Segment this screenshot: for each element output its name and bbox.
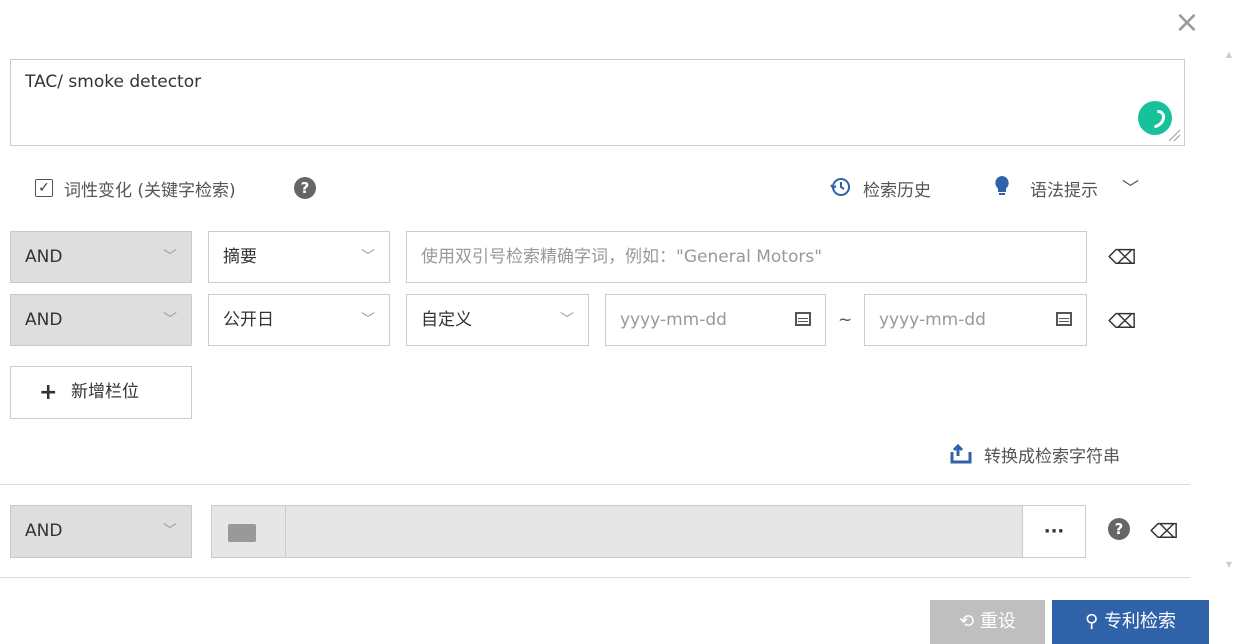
divider bbox=[285, 506, 286, 557]
convert-link[interactable]: 转换成检索字符串 bbox=[984, 442, 1120, 467]
reset-button[interactable]: ⟲ 重设 bbox=[930, 600, 1045, 644]
scroll-up-icon[interactable]: ▲ bbox=[1222, 48, 1236, 62]
lightbulb-icon bbox=[994, 175, 1010, 199]
folder-help-icon[interactable]: ? bbox=[1108, 518, 1130, 540]
date-to-input[interactable]: yyyy-mm-dd bbox=[864, 294, 1087, 346]
scrollbar[interactable] bbox=[1222, 48, 1236, 573]
row2-field-value: 公开日 bbox=[223, 310, 274, 330]
add-field-button[interactable]: + 新增栏位 bbox=[10, 366, 192, 419]
history-link[interactable]: 检索历史 bbox=[863, 176, 931, 201]
resize-handle-icon[interactable] bbox=[1167, 128, 1181, 142]
date-from-input[interactable]: yyyy-mm-dd bbox=[605, 294, 826, 346]
syntax-tips-link[interactable]: 语法提示 bbox=[1030, 176, 1098, 201]
divider bbox=[0, 577, 1190, 578]
chevron-down-icon[interactable]: ﹀ bbox=[1122, 174, 1139, 199]
calendar-icon[interactable] bbox=[1056, 312, 1072, 326]
morph-help-icon[interactable]: ? bbox=[294, 177, 316, 199]
chevron-down-icon: ﹀ bbox=[361, 249, 375, 265]
row1-operator-value: AND bbox=[25, 247, 63, 267]
history-icon[interactable] bbox=[829, 175, 853, 199]
plus-icon: + bbox=[39, 380, 58, 405]
date-from-placeholder: yyyy-mm-dd bbox=[620, 310, 727, 330]
refresh-icon: ⟲ bbox=[959, 611, 975, 632]
query-textarea[interactable]: TAC/ smoke detector bbox=[10, 59, 1185, 146]
add-field-label: 新增栏位 bbox=[71, 382, 139, 402]
row2-range-value: 自定义 bbox=[421, 310, 472, 330]
folder-icon[interactable] bbox=[228, 524, 256, 542]
chevron-down-icon: ﹀ bbox=[163, 523, 177, 539]
row1-field-value: 摘要 bbox=[223, 247, 257, 267]
chevron-down-icon: ﹀ bbox=[163, 249, 177, 265]
row2-operator-value: AND bbox=[25, 310, 63, 330]
row1-field-select[interactable]: 摘要 ﹀ bbox=[208, 231, 390, 283]
range-tilde: ~ bbox=[838, 310, 853, 330]
morph-checkbox[interactable]: ✓ bbox=[35, 179, 53, 197]
chevron-down-icon: ﹀ bbox=[163, 312, 177, 328]
close-icon[interactable]: × bbox=[1170, 6, 1204, 40]
calendar-icon[interactable] bbox=[795, 312, 811, 326]
row2-operator-select[interactable]: AND ﹀ bbox=[10, 294, 192, 346]
scroll-down-icon[interactable]: ▼ bbox=[1222, 558, 1236, 572]
divider bbox=[0, 484, 1190, 485]
eraser-icon[interactable]: ⌫ bbox=[1150, 520, 1178, 542]
chevron-down-icon: ﹀ bbox=[361, 312, 375, 328]
search-label: 专利检索 bbox=[1103, 611, 1176, 632]
date-to-placeholder: yyyy-mm-dd bbox=[879, 310, 986, 330]
search-icon: ⚲ bbox=[1085, 611, 1099, 632]
eraser-icon[interactable]: ⌫ bbox=[1108, 310, 1136, 332]
patent-search-button[interactable]: ⚲ 专利检索 bbox=[1052, 600, 1209, 644]
row2-range-select[interactable]: 自定义 ﹀ bbox=[406, 294, 589, 346]
row1-keyword-input[interactable]: 使用双引号检索精确字词，例如："General Motors" bbox=[406, 231, 1087, 283]
morph-label: 词性变化 (关键字检索) bbox=[64, 181, 236, 201]
folder-field[interactable] bbox=[211, 505, 1086, 558]
row2-field-select[interactable]: 公开日 ﹀ bbox=[208, 294, 390, 346]
reset-label: 重设 bbox=[979, 611, 1016, 632]
row1-operator-select[interactable]: AND ﹀ bbox=[10, 231, 192, 283]
more-button[interactable]: ··· bbox=[1022, 505, 1086, 558]
chevron-down-icon: ﹀ bbox=[560, 312, 574, 328]
row3-operator-value: AND bbox=[25, 521, 63, 541]
eraser-icon[interactable]: ⌫ bbox=[1108, 246, 1136, 268]
row3-operator-select[interactable]: AND ﹀ bbox=[10, 505, 192, 558]
convert-icon[interactable] bbox=[950, 443, 972, 464]
